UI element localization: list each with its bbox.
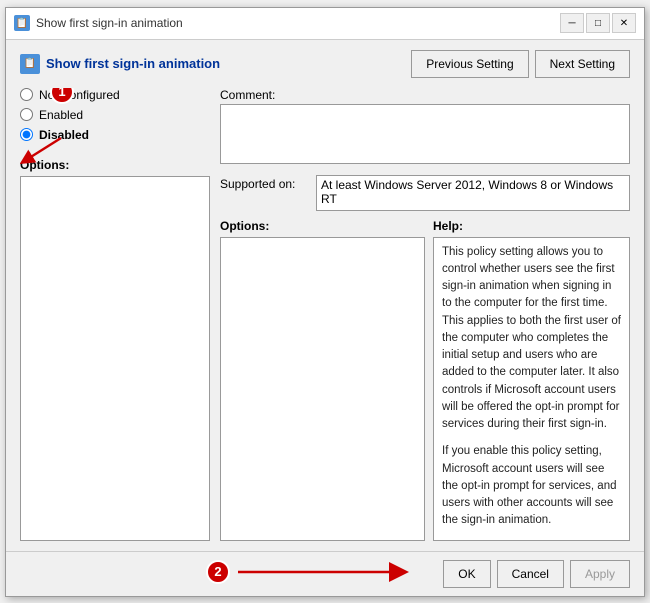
apply-button[interactable]: Apply [570, 560, 630, 588]
disabled-input[interactable] [20, 128, 33, 141]
close-button[interactable]: ✕ [612, 13, 636, 33]
enabled-radio[interactable]: Enabled [20, 108, 210, 122]
ok-button[interactable]: OK [443, 560, 490, 588]
header-row: 📋 Show first sign-in animation Previous … [20, 50, 630, 78]
cancel-button[interactable]: Cancel [497, 560, 564, 588]
enabled-input[interactable] [20, 108, 33, 121]
help-paragraph-3: If you disable this policy setting, user… [442, 540, 621, 541]
window-icon: 📋 [14, 15, 30, 31]
options-box [20, 176, 210, 541]
previous-setting-button[interactable]: Previous Setting [411, 50, 528, 78]
help-paragraph-2: If you enable this policy setting, Micro… [442, 443, 621, 529]
comment-input[interactable] [220, 104, 630, 164]
main-content: Not Configured Enabled Disabled [20, 88, 630, 541]
disabled-radio[interactable]: Disabled [20, 128, 210, 142]
next-setting-button[interactable]: Next Setting [535, 50, 630, 78]
right-panel: Comment: Supported on: At least Windows … [220, 88, 630, 541]
policy-icon: 📋 [20, 54, 40, 74]
header-buttons: Previous Setting Next Setting [411, 50, 630, 78]
options-label: Options: [20, 158, 210, 172]
supported-label: Supported on: [220, 175, 310, 191]
annotation-arrow-2 [234, 558, 414, 586]
help-paragraph-1: This policy setting allows you to contro… [442, 244, 621, 434]
minimize-button[interactable]: ─ [560, 13, 584, 33]
comment-label: Comment: [220, 88, 630, 102]
help-label: Help: [433, 219, 630, 233]
options-panel-box [220, 237, 425, 541]
footer: 2 OK Cancel Apply [6, 551, 644, 596]
supported-value: At least Windows Server 2012, Windows 8 … [316, 175, 630, 211]
main-window: 📋 Show first sign-in animation ─ □ ✕ 📋 S… [5, 7, 645, 597]
supported-section: Supported on: At least Windows Server 20… [220, 175, 630, 211]
content-area: 📋 Show first sign-in animation Previous … [6, 40, 644, 551]
annotation-2: 2 [206, 558, 414, 586]
radio-group: Not Configured Enabled Disabled [20, 88, 210, 142]
panels-row: Options: Help: This policy setting allow… [220, 219, 630, 541]
maximize-button[interactable]: □ [586, 13, 610, 33]
help-panel: Help: This policy setting allows you to … [433, 219, 630, 541]
help-box: This policy setting allows you to contro… [433, 237, 630, 541]
title-bar-controls: ─ □ ✕ [560, 13, 636, 33]
not-configured-radio[interactable]: Not Configured [20, 88, 210, 102]
options-panel: Options: [220, 219, 425, 541]
title-bar: 📋 Show first sign-in animation ─ □ ✕ [6, 8, 644, 40]
comment-section: Comment: [220, 88, 630, 167]
annotation-badge-1: 1 [50, 88, 74, 104]
left-panel: Not Configured Enabled Disabled [20, 88, 220, 541]
not-configured-input[interactable] [20, 88, 33, 101]
options-panel-label: Options: [220, 219, 425, 233]
window-title: Show first sign-in animation [36, 16, 183, 30]
title-bar-left: 📋 Show first sign-in animation [14, 15, 183, 31]
policy-title: 📋 Show first sign-in animation [20, 54, 220, 74]
